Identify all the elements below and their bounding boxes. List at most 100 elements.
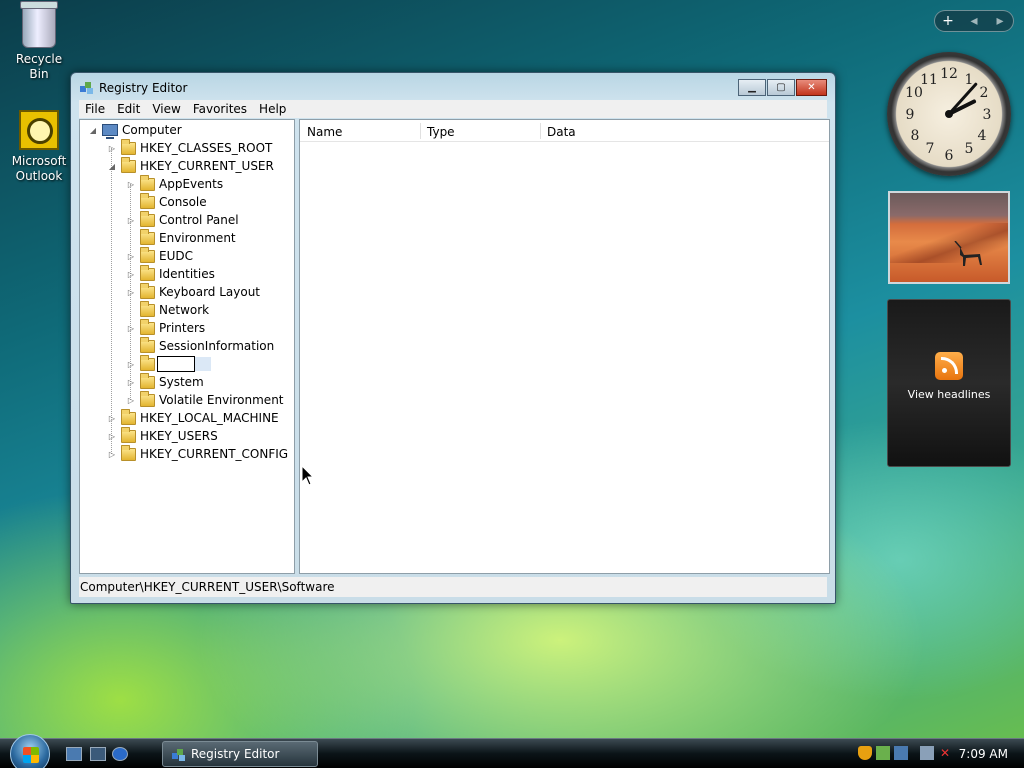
window-title: Registry Editor [99, 81, 188, 95]
tree-label: HKEY_USERS [140, 429, 218, 443]
previous-icon[interactable]: ◂ [961, 13, 987, 29]
recycle-bin-shortcut[interactable]: Recycle Bin [6, 1, 72, 82]
column-headers: Name Type Data [300, 120, 829, 142]
registry-tree[interactable]: ◢ Computer ▷ HKEY_CLASSES_ROOT ◢ HKEY_CU… [79, 119, 295, 574]
tree-node-renaming[interactable]: ▷ [126, 354, 195, 373]
svg-text:1: 1 [965, 72, 974, 88]
svg-text:5: 5 [965, 141, 974, 157]
folder-icon [140, 264, 155, 281]
taskbar: Registry Editor ✕ 7:09 AM [0, 734, 1024, 768]
expand-arrow-icon[interactable]: ▷ [107, 450, 117, 459]
tree-node-printers[interactable]: ▷ Printers [126, 318, 205, 337]
tree-node-computer[interactable]: ◢ Computer [88, 121, 182, 139]
tree-node-appevents[interactable]: ▷ AppEvents [126, 174, 223, 193]
slideshow-gadget[interactable] [888, 191, 1010, 284]
clock-gadget[interactable]: 12 1 2 345 678 9 10 11 [887, 52, 1011, 176]
security-shield-icon[interactable] [858, 746, 872, 760]
expand-arrow-icon[interactable]: ▷ [126, 288, 136, 297]
menu-favorites[interactable]: Favorites [187, 102, 253, 116]
tree-label: Control Panel [159, 213, 239, 227]
system-tray: ✕ 7:09 AM [854, 739, 1024, 768]
tree-label: Environment [159, 231, 236, 245]
expand-arrow-icon[interactable]: ▷ [107, 432, 117, 441]
next-icon[interactable]: ▸ [987, 13, 1013, 29]
start-button[interactable] [10, 734, 50, 768]
menu-view[interactable]: View [146, 102, 186, 116]
menu-bar: File Edit View Favorites Help [79, 100, 827, 118]
expand-arrow-icon[interactable]: ▷ [126, 378, 136, 387]
rename-key-input[interactable] [157, 356, 195, 372]
tree-label: HKEY_CURRENT_USER [140, 159, 274, 173]
show-desktop-icon[interactable] [66, 747, 82, 761]
volume-muted-icon[interactable]: ✕ [938, 746, 952, 760]
status-bar: Computer\HKEY_CURRENT_USER\Software [79, 577, 827, 597]
safely-remove-icon[interactable] [876, 746, 890, 760]
tree-node-hklm[interactable]: ▷ HKEY_LOCAL_MACHINE [107, 408, 279, 427]
folder-icon [121, 426, 136, 443]
tree-node-control-panel[interactable]: ▷ Control Panel [126, 210, 239, 229]
expand-arrow-icon[interactable]: ▷ [126, 396, 136, 405]
svg-text:4: 4 [978, 128, 987, 144]
column-data[interactable]: Data [547, 125, 576, 139]
switch-windows-icon[interactable] [90, 747, 106, 761]
expand-arrow-icon[interactable]: ▷ [107, 144, 117, 153]
tree-node-network[interactable]: Network [126, 300, 209, 319]
add-gadget-icon[interactable]: + [935, 13, 961, 29]
menu-help[interactable]: Help [253, 102, 292, 116]
values-list[interactable]: Name Type Data [299, 119, 830, 574]
expand-arrow-icon[interactable]: ▷ [126, 216, 136, 225]
column-name[interactable]: Name [307, 125, 342, 139]
tree-node-hku[interactable]: ▷ HKEY_USERS [107, 426, 218, 445]
tree-node-volatile-environment[interactable]: ▷ Volatile Environment [126, 390, 284, 409]
network-status-icon[interactable] [894, 746, 908, 760]
expand-arrow-icon[interactable]: ▷ [126, 180, 136, 189]
recycle-bin-label: Recycle Bin [15, 52, 63, 81]
tree-node-system[interactable]: ▷ System [126, 372, 204, 391]
tree-node-environment[interactable]: Environment [126, 228, 236, 247]
view-headlines-link[interactable]: View headlines [888, 388, 1010, 401]
maximize-button[interactable]: ▢ [767, 79, 795, 96]
close-icon: ✕ [807, 82, 816, 93]
feed-headlines-gadget[interactable]: View headlines [887, 299, 1011, 467]
tree-label: Identities [159, 267, 215, 281]
tree-label: Keyboard Layout [159, 285, 261, 299]
expand-arrow-icon[interactable]: ▷ [126, 270, 136, 279]
tree-node-keyboard-layout[interactable]: ▷ Keyboard Layout [126, 282, 261, 301]
expand-arrow-icon[interactable]: ▷ [126, 324, 136, 333]
internet-explorer-icon[interactable] [112, 747, 128, 761]
column-type[interactable]: Type [427, 125, 455, 139]
taskbar-registry-editor[interactable]: Registry Editor [162, 741, 318, 767]
folder-icon [121, 156, 136, 173]
tree-node-eudc[interactable]: ▷ EUDC [126, 246, 193, 265]
tree-node-hkcc[interactable]: ▷ HKEY_CURRENT_CONFIG [107, 444, 288, 463]
registry-editor-icon [80, 82, 93, 94]
folder-icon [140, 318, 155, 335]
tree-node-hkcr[interactable]: ▷ HKEY_CLASSES_ROOT [107, 138, 272, 157]
taskbar-clock[interactable]: 7:09 AM [959, 747, 1008, 761]
expand-arrow-icon[interactable]: ▷ [126, 252, 136, 261]
outlook-icon [19, 110, 59, 150]
network-icon[interactable] [920, 746, 934, 760]
collapse-arrow-icon[interactable]: ◢ [107, 162, 117, 171]
minimize-button[interactable]: ▁ [738, 79, 766, 96]
title-bar[interactable]: Registry Editor ▁ ▢ ✕ [79, 79, 827, 99]
menu-edit[interactable]: Edit [111, 102, 146, 116]
menu-file[interactable]: File [79, 102, 111, 116]
tree-node-sessioninformation[interactable]: SessionInformation [126, 336, 274, 355]
folder-icon [140, 228, 155, 245]
computer-icon [102, 124, 118, 139]
svg-text:9: 9 [906, 107, 915, 123]
expand-arrow-icon[interactable]: ▷ [126, 360, 136, 369]
collapse-arrow-icon[interactable]: ◢ [88, 126, 98, 135]
svg-text:2: 2 [980, 85, 989, 101]
close-button[interactable]: ✕ [796, 79, 827, 96]
tree-node-hkcu[interactable]: ◢ HKEY_CURRENT_USER [107, 156, 274, 175]
folder-icon [140, 246, 155, 263]
folder-icon [140, 210, 155, 227]
expand-arrow-icon[interactable]: ▷ [107, 414, 117, 423]
tree-node-console[interactable]: Console [126, 192, 207, 211]
folder-icon [140, 372, 155, 389]
tree-node-identities[interactable]: ▷ Identities [126, 264, 215, 283]
svg-text:11: 11 [920, 72, 938, 88]
outlook-shortcut[interactable]: Microsoft Outlook [6, 110, 72, 184]
